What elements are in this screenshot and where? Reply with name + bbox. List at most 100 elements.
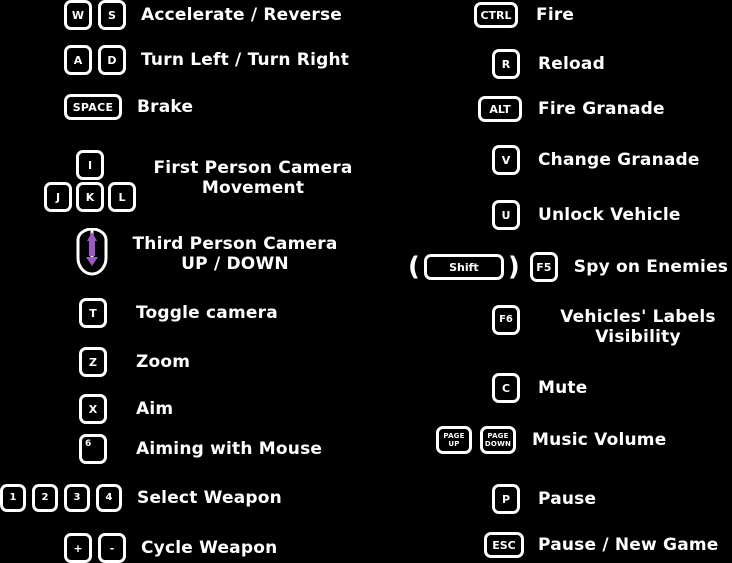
mouse-updown-icon — [75, 228, 109, 276]
key-group: + - — [64, 533, 126, 563]
key-f6[interactable]: F6 — [492, 305, 520, 335]
control-row-unlock-vehicle: U Unlock Vehicle — [492, 200, 681, 230]
control-label-aiming-with-mouse: Aiming with Mouse — [136, 438, 323, 459]
key-2[interactable]: 2 — [32, 484, 58, 512]
control-label-brake: Brake — [137, 96, 194, 117]
key-page-up-line2: UP — [448, 440, 460, 448]
key-group: SPACE — [64, 94, 122, 120]
key-6[interactable]: 6 — [79, 434, 107, 464]
key-r[interactable]: R — [492, 49, 520, 79]
control-row-aim: X Aim — [79, 394, 173, 424]
key-minus[interactable]: - — [98, 533, 126, 563]
control-label-change-granade: Change Granade — [538, 149, 700, 170]
control-row-cycle-weapon: + - Cycle Weapon — [64, 533, 277, 563]
key-group: V — [492, 145, 520, 175]
key-group: P — [492, 484, 520, 514]
key-t[interactable]: T — [79, 298, 107, 328]
control-label-select-weapon: Select Weapon — [137, 487, 282, 508]
control-row-zoom: Z Zoom — [79, 347, 190, 377]
control-row-third-person-camera: Third Person Camera UP / DOWN — [75, 228, 349, 276]
control-row-toggle-camera: T Toggle camera — [79, 298, 278, 328]
control-row-first-person-camera: I J K L First Person Camera Movement — [44, 150, 368, 212]
key-page-down-line1: PAGE — [487, 432, 509, 440]
control-row-fire-granade: ALT Fire Granade — [478, 96, 665, 122]
key-k[interactable]: K — [76, 182, 104, 212]
control-row-accelerate-reverse: W S Accelerate / Reverse — [64, 0, 342, 30]
control-label-zoom: Zoom — [136, 351, 191, 372]
key-alt[interactable]: ALT — [478, 96, 522, 122]
key-ctrl[interactable]: CTRL — [474, 2, 518, 28]
key-w[interactable]: W — [64, 0, 92, 30]
key-group: W S — [64, 0, 126, 30]
key-u[interactable]: U — [492, 200, 520, 230]
key-s[interactable]: S — [98, 0, 126, 30]
key-shift[interactable]: Shift — [423, 254, 504, 280]
key-space[interactable]: SPACE — [64, 94, 122, 120]
control-label-reload: Reload — [538, 53, 605, 74]
key-group: T — [79, 298, 107, 328]
control-row-fire: CTRL Fire — [474, 2, 574, 28]
key-v[interactable]: V — [492, 145, 520, 175]
control-label-fire-granade: Fire Granade — [538, 98, 665, 119]
key-j[interactable]: J — [44, 182, 72, 212]
control-label-pause-new-game: Pause / New Game — [538, 534, 719, 555]
key-z[interactable]: Z — [79, 347, 107, 377]
key-group: CTRL — [474, 2, 518, 28]
key-4[interactable]: 4 — [96, 484, 122, 512]
key-plus[interactable]: + — [64, 533, 92, 563]
control-label-vehicles-labels-visibility: Vehicles' Labels Visibility — [560, 307, 716, 347]
control-row-select-weapon: 1 2 3 4 Select Weapon — [0, 484, 282, 512]
key-group: A D — [64, 45, 126, 75]
control-label-music-volume: Music Volume — [532, 429, 667, 450]
key-group: ESC — [484, 532, 524, 558]
paren-open: ( — [408, 252, 420, 282]
control-row-music-volume: PAGE UP PAGE DOWN Music Volume — [436, 426, 666, 454]
control-row-vehicles-labels-visibility: F6 Vehicles' Labels Visibility — [492, 305, 732, 347]
key-i[interactable]: I — [76, 150, 104, 180]
key-1[interactable]: 1 — [0, 484, 26, 512]
paren-close: ) — [507, 252, 520, 282]
key-esc[interactable]: ESC — [484, 532, 524, 558]
key-group: X — [79, 394, 107, 424]
key-d[interactable]: D — [98, 45, 126, 75]
control-label-first-person-camera: First Person Camera Movement — [153, 158, 353, 198]
key-group: 6 — [79, 434, 107, 464]
key-l[interactable]: L — [108, 182, 136, 212]
control-row-turn-left-right: A D Turn Left / Turn Right — [64, 45, 349, 75]
control-row-brake: SPACE Brake — [64, 94, 193, 120]
control-label-aim: Aim — [136, 398, 174, 419]
key-group: F6 — [492, 305, 520, 335]
control-label-third-person-camera: Third Person Camera UP / DOWN — [132, 234, 338, 274]
control-row-reload: R Reload — [492, 49, 605, 79]
key-page-up[interactable]: PAGE UP — [436, 426, 472, 454]
control-row-aiming-with-mouse: 6 Aiming with Mouse — [79, 434, 322, 464]
key-x[interactable]: X — [79, 394, 107, 424]
key-group: 1 2 3 4 — [0, 484, 122, 512]
key-group-ijkl: I J K L — [44, 150, 136, 212]
key-f5[interactable]: F5 — [529, 252, 558, 282]
control-label-unlock-vehicle: Unlock Vehicle — [538, 204, 681, 225]
control-label-fire: Fire — [536, 4, 575, 25]
key-group: C — [492, 373, 520, 403]
control-label-cycle-weapon: Cycle Weapon — [141, 537, 278, 558]
control-row-pause: P Pause — [492, 484, 596, 514]
control-label-accelerate-reverse: Accelerate / Reverse — [141, 4, 343, 25]
key-group: ( Shift ) F5 — [406, 252, 558, 282]
control-label-turn-left-right: Turn Left / Turn Right — [141, 49, 350, 70]
key-group: U — [492, 200, 520, 230]
key-page-down[interactable]: PAGE DOWN — [480, 426, 516, 454]
key-page-down-line2: DOWN — [484, 440, 512, 448]
control-label-pause: Pause — [538, 488, 597, 509]
key-group: ALT — [478, 96, 522, 122]
key-group: R — [492, 49, 520, 79]
key-group: Z — [79, 347, 107, 377]
key-3[interactable]: 3 — [64, 484, 90, 512]
control-row-pause-new-game: ESC Pause / New Game — [484, 532, 719, 558]
key-c[interactable]: C — [492, 373, 520, 403]
control-label-toggle-camera: Toggle camera — [136, 302, 278, 323]
key-p[interactable]: P — [492, 484, 520, 514]
key-page-up-line1: PAGE — [443, 432, 465, 440]
control-row-mute: C Mute — [492, 373, 587, 403]
control-row-spy-on-enemies: ( Shift ) F5 Spy on Enemies — [406, 252, 728, 282]
key-a[interactable]: A — [64, 45, 92, 75]
